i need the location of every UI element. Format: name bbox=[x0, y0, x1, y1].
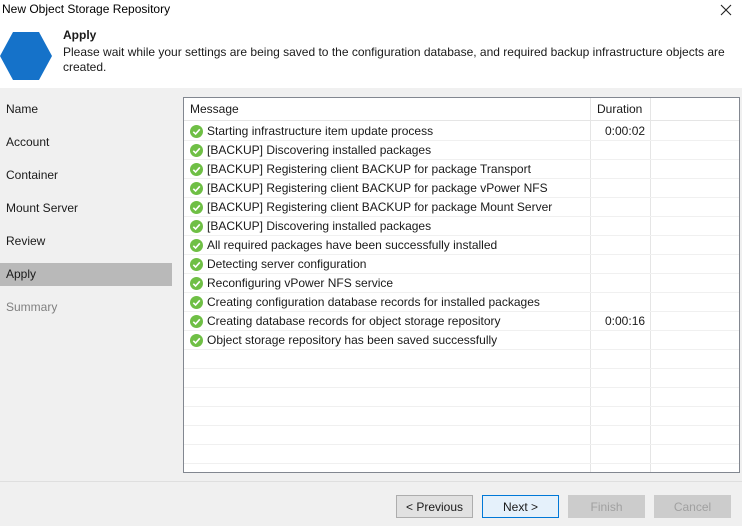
table-row bbox=[184, 388, 739, 407]
sidebar-item-review[interactable]: Review bbox=[0, 230, 172, 253]
row-message: [BACKUP] Discovering installed packages bbox=[207, 219, 432, 233]
success-check-icon bbox=[190, 220, 203, 233]
row-message: Creating configuration database records … bbox=[207, 295, 540, 309]
sidebar-item-mount-server[interactable]: Mount Server bbox=[0, 197, 172, 220]
row-message: [BACKUP] Registering client BACKUP for p… bbox=[207, 200, 553, 214]
wizard-content: Message Duration Starting infrastructure… bbox=[180, 88, 742, 481]
previous-button[interactable]: < Previous bbox=[396, 495, 473, 518]
cancel-button: Cancel bbox=[654, 495, 731, 518]
row-message: [BACKUP] Registering client BACKUP for p… bbox=[207, 162, 531, 176]
table-row bbox=[184, 350, 739, 369]
table-row[interactable]: Reconfiguring vPower NFS service bbox=[184, 274, 739, 293]
sidebar-item-summary: Summary bbox=[6, 300, 58, 314]
table-row[interactable]: [BACKUP] Registering client BACKUP for p… bbox=[184, 179, 739, 198]
row-message: All required packages have been successf… bbox=[207, 238, 498, 252]
success-check-icon bbox=[190, 239, 203, 252]
wizard-sidebar: Name Account Container Mount Server Revi… bbox=[0, 88, 180, 481]
row-message: Starting infrastructure item update proc… bbox=[207, 124, 434, 138]
row-message: [BACKUP] Discovering installed packages bbox=[207, 143, 432, 157]
success-check-icon bbox=[190, 125, 203, 138]
table-row bbox=[184, 445, 739, 464]
close-icon bbox=[720, 4, 732, 16]
sidebar-item-name[interactable]: Name bbox=[0, 98, 172, 121]
success-check-icon bbox=[190, 258, 203, 271]
table-row[interactable]: Object storage repository has been saved… bbox=[184, 331, 739, 350]
next-button[interactable]: Next > bbox=[482, 495, 559, 518]
table-row bbox=[184, 369, 739, 388]
row-message: Reconfiguring vPower NFS service bbox=[207, 276, 394, 290]
step-title: Apply bbox=[63, 28, 97, 42]
table-row[interactable]: Starting infrastructure item update proc… bbox=[184, 122, 739, 141]
column-header-duration[interactable]: Duration bbox=[591, 98, 650, 121]
log-table-header: Message Duration bbox=[184, 98, 739, 121]
table-row bbox=[184, 407, 739, 426]
table-row[interactable]: Creating database records for object sto… bbox=[184, 312, 739, 331]
sidebar-item-container[interactable]: Container bbox=[0, 164, 172, 187]
success-check-icon bbox=[190, 163, 203, 176]
row-duration: 0:00:16 bbox=[605, 314, 646, 328]
success-check-icon bbox=[190, 201, 203, 214]
table-row[interactable]: Creating configuration database records … bbox=[184, 293, 739, 312]
row-message: Object storage repository has been saved… bbox=[207, 333, 498, 347]
row-message: Detecting server configuration bbox=[207, 257, 367, 271]
step-description: Please wait while your settings are bein… bbox=[63, 45, 725, 74]
title-bar: New Object Storage Repository bbox=[0, 0, 742, 22]
wizard-footer: < Previous Next > Finish Cancel bbox=[0, 481, 742, 526]
table-row[interactable]: [BACKUP] Discovering installed packages bbox=[184, 217, 739, 236]
success-check-icon bbox=[190, 144, 203, 157]
table-row[interactable]: [BACKUP] Registering client BACKUP for p… bbox=[184, 198, 739, 217]
row-message: [BACKUP] Registering client BACKUP for p… bbox=[207, 181, 548, 195]
row-duration: 0:00:02 bbox=[605, 124, 646, 138]
success-check-icon bbox=[190, 334, 203, 347]
table-row[interactable]: All required packages have been successf… bbox=[184, 236, 739, 255]
table-row[interactable]: [BACKUP] Registering client BACKUP for p… bbox=[184, 160, 739, 179]
row-message: Creating database records for object sto… bbox=[207, 314, 501, 328]
log-table[interactable]: Message Duration Starting infrastructure… bbox=[183, 97, 740, 473]
wizard-header: Apply Please wait while your settings ar… bbox=[0, 22, 742, 88]
close-button[interactable] bbox=[714, 0, 738, 20]
column-header-message[interactable]: Message bbox=[184, 98, 590, 121]
success-check-icon bbox=[190, 277, 203, 290]
success-check-icon bbox=[190, 296, 203, 309]
finish-button: Finish bbox=[568, 495, 645, 518]
success-check-icon bbox=[190, 182, 203, 195]
table-row bbox=[184, 426, 739, 445]
sidebar-item-apply[interactable]: Apply bbox=[0, 263, 172, 286]
hexagon-icon bbox=[0, 32, 52, 80]
success-check-icon bbox=[190, 315, 203, 328]
window-title: New Object Storage Repository bbox=[2, 2, 171, 16]
sidebar-item-account[interactable]: Account bbox=[0, 131, 172, 154]
table-row[interactable]: Detecting server configuration bbox=[184, 255, 739, 274]
table-row[interactable]: [BACKUP] Discovering installed packages bbox=[184, 141, 739, 160]
